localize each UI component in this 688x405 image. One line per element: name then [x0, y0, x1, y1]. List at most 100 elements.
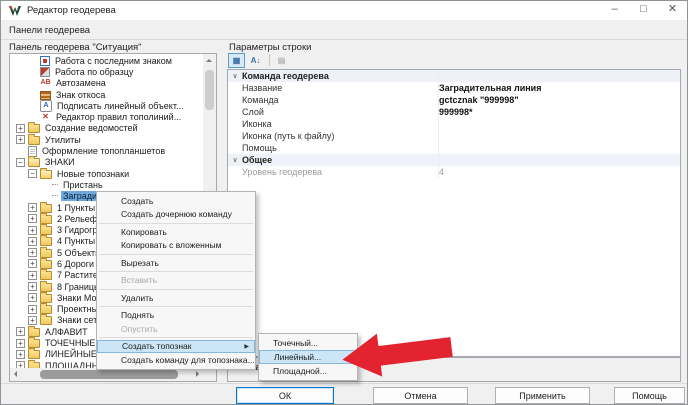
left-panel-title: Панель геодерева "Ситуация" — [9, 42, 142, 53]
property-category[interactable]: ∨Команда геодерева — [228, 70, 680, 82]
property-name: Помощь — [228, 143, 439, 153]
expand-plus-icon[interactable]: + — [28, 203, 37, 212]
property-value[interactable]: gctcznak "999998" — [439, 95, 519, 105]
cmd-auto-icon — [40, 78, 51, 88]
context-menu-item[interactable]: Создать команду для топознака... — [97, 353, 255, 367]
expand-minus-icon[interactable]: − — [16, 158, 25, 167]
property-row: НазваниеЗаградительная линия — [228, 82, 680, 94]
scroll-up-icon[interactable] — [206, 59, 212, 62]
property-row: Командаgctcznak "999998" — [228, 94, 680, 106]
expand-plus-icon[interactable]: + — [28, 259, 37, 268]
submenu-item[interactable]: Точечный... — [259, 336, 357, 350]
context-menu-item[interactable]: Копировать — [97, 225, 255, 239]
footer-divider — [1, 383, 687, 384]
tree-item-label: Автозамена — [54, 78, 108, 88]
close-button[interactable]: ✕ — [658, 1, 687, 20]
context-menu-item[interactable]: Удалить — [97, 291, 255, 305]
scroll-left-icon[interactable] — [14, 371, 17, 377]
tree-item-label: ТОЧЕЧНЫЕ — [43, 338, 97, 348]
horizontal-scroll-thumb[interactable] — [40, 370, 178, 379]
alphabetical-sort-button[interactable]: A↓ — [247, 53, 264, 68]
tree-item[interactable]: +Утилиты — [10, 134, 203, 145]
folder-icon — [40, 283, 52, 292]
submenu-item[interactable]: Площадной... — [259, 364, 357, 378]
cancel-button[interactable]: Отмена — [373, 387, 468, 404]
context-menu-item[interactable]: Создать топознак▶ — [97, 340, 255, 354]
tree-item[interactable]: Пристань — [10, 179, 203, 190]
grid-column-divider — [438, 70, 439, 178]
expand-plus-icon[interactable]: + — [28, 248, 37, 257]
property-value[interactable]: 999998* — [439, 107, 473, 117]
expand-plus-icon[interactable]: + — [28, 305, 37, 314]
expand-minus-icon[interactable]: − — [28, 169, 37, 178]
expand-plus-icon[interactable]: + — [28, 237, 37, 246]
folder-icon — [40, 226, 52, 235]
cmd-rules-icon — [40, 112, 51, 122]
expand-plus-icon[interactable]: + — [28, 293, 37, 302]
menu-panels[interactable]: Панели геодерева — [1, 22, 98, 39]
toolbar-separator — [269, 54, 270, 66]
chevron-down-icon: ∨ — [228, 156, 242, 164]
vertical-scroll-thumb[interactable] — [205, 70, 214, 110]
context-menu-item[interactable]: Создать дочернюю команду — [97, 208, 255, 222]
context-menu-item[interactable]: Создать — [97, 194, 255, 208]
apply-button[interactable]: Применить — [495, 387, 590, 404]
tree-item[interactable]: Редактор правил тополиний... — [10, 111, 203, 122]
context-menu-item-label: Вырезать — [121, 258, 159, 268]
context-menu-item-label: Создать команду для топознака... — [121, 355, 255, 365]
property-category-label: Команда геодерева — [242, 71, 329, 81]
tree-item[interactable]: Работа по образцу — [10, 66, 203, 77]
property-value[interactable]: 4 — [439, 167, 444, 177]
expand-plus-icon[interactable]: + — [16, 339, 25, 348]
context-menu-item[interactable]: Копировать с вложенным — [97, 239, 255, 253]
property-value[interactable]: Заградительная линия — [439, 83, 541, 93]
categorized-view-button[interactable]: ▦ — [228, 53, 245, 68]
expand-plus-icon[interactable]: + — [16, 361, 25, 368]
property-name: Иконка — [228, 119, 439, 129]
chevron-down-icon: ∨ — [228, 72, 242, 80]
tree-item[interactable]: Работа с последним знаком — [10, 55, 203, 66]
expand-plus-icon[interactable]: + — [16, 135, 25, 144]
folder-icon — [28, 124, 40, 133]
expand-plus-icon[interactable]: + — [16, 350, 25, 359]
tree-item[interactable]: −Новые топознаки — [10, 168, 203, 179]
submenu-item-label: Площадной... — [273, 366, 327, 376]
tree-item[interactable]: Автозамена — [10, 78, 203, 89]
tree-item[interactable]: +Создание ведомостей — [10, 123, 203, 134]
maximize-button[interactable]: □ — [629, 1, 658, 20]
property-row: Слой999998* — [228, 106, 680, 118]
folder-icon — [28, 136, 40, 145]
ok-button[interactable]: ОК — [236, 387, 334, 404]
tree-item-label: Знак откоса — [54, 90, 107, 100]
cmd-sample-icon — [40, 67, 50, 77]
context-menu-item-label: Копировать — [121, 227, 167, 237]
tree-horizontal-scrollbar[interactable] — [10, 368, 203, 381]
cmd-slope-icon — [40, 91, 51, 100]
menu-separator — [99, 289, 253, 290]
tree-item-label: Редактор правил тополиний... — [54, 112, 183, 122]
tree-item[interactable]: −ЗНАКИ — [10, 157, 203, 168]
menu-separator — [99, 223, 253, 224]
submenu-item[interactable]: Линейный... — [259, 350, 357, 364]
expand-plus-icon[interactable]: + — [28, 214, 37, 223]
minimize-button[interactable]: – — [600, 1, 629, 20]
context-menu-item[interactable]: Вырезать — [97, 256, 255, 270]
help-button[interactable]: Помощь — [614, 387, 685, 404]
scroll-right-icon[interactable] — [196, 371, 199, 377]
tree-item-label: Работа с последним знаком — [53, 56, 174, 66]
title-bar: Редактор геодерева – □ ✕ — [1, 1, 687, 20]
expand-plus-icon[interactable]: + — [16, 327, 25, 336]
expand-plus-icon[interactable]: + — [28, 282, 37, 291]
context-menu-item[interactable]: Поднять — [97, 309, 255, 323]
tree-connector — [52, 184, 58, 186]
expand-plus-icon[interactable]: + — [16, 124, 25, 133]
expand-plus-icon[interactable]: + — [28, 271, 37, 280]
tree-item[interactable]: Подписать линейный объект... — [10, 100, 203, 111]
expand-plus-icon[interactable]: + — [28, 316, 37, 325]
property-category[interactable]: ∨Общее — [228, 154, 680, 166]
tree-item[interactable]: Знак откоса — [10, 89, 203, 100]
tree-item[interactable]: Оформление топопланшетов — [10, 145, 203, 156]
expand-plus-icon[interactable]: + — [28, 226, 37, 235]
property-row: Уровень геодерева4 — [228, 166, 680, 178]
folder-icon — [40, 237, 52, 246]
